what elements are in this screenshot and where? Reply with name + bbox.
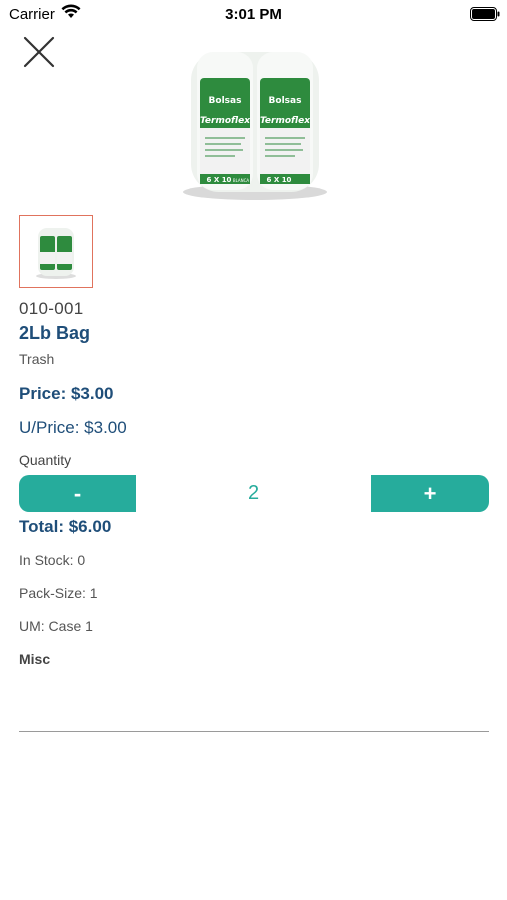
total-price: Total: $6.00 xyxy=(19,517,112,536)
increment-button[interactable]: + xyxy=(371,475,489,512)
product-thumbnail[interactable] xyxy=(19,215,93,288)
product-name: 2Lb Bag xyxy=(19,323,91,343)
status-time: 3:01 PM xyxy=(225,6,282,23)
quantity-field[interactable] xyxy=(136,475,371,512)
product-sku: 010-001 xyxy=(19,299,84,318)
line-text-right: Termoflex xyxy=(260,116,311,126)
brand-text-right: Bolsas xyxy=(269,96,302,106)
decrement-button[interactable]: - xyxy=(19,475,136,512)
size-text-right: 6 X 10 xyxy=(267,176,292,184)
battery-icon xyxy=(470,7,500,21)
quantity-stepper: - + xyxy=(19,475,489,512)
close-icon[interactable] xyxy=(22,35,56,69)
unit-measure-info: UM: Case 1 xyxy=(19,618,93,634)
status-bar: Carrier 3:01 PM xyxy=(0,0,507,28)
in-stock-info: In Stock: 0 xyxy=(19,552,86,568)
pack-size-info: Pack-Size: 1 xyxy=(19,585,98,601)
product-price: Price: $3.00 xyxy=(19,384,114,403)
variant-text-left: BLANCA xyxy=(233,178,250,183)
line-text-left: Termoflex xyxy=(200,116,251,126)
divider xyxy=(19,731,489,732)
misc-label: Misc xyxy=(19,651,51,667)
product-image: Bolsas Bolsas Termoflex Termoflex 6 X 10… xyxy=(145,30,365,208)
size-text-left: 6 X 10 xyxy=(207,176,232,184)
brand-text-left: Bolsas xyxy=(209,96,242,106)
quantity-label: Quantity xyxy=(19,452,72,468)
product-category: Trash xyxy=(19,351,55,367)
product-unit-price: U/Price: $3.00 xyxy=(19,418,127,437)
